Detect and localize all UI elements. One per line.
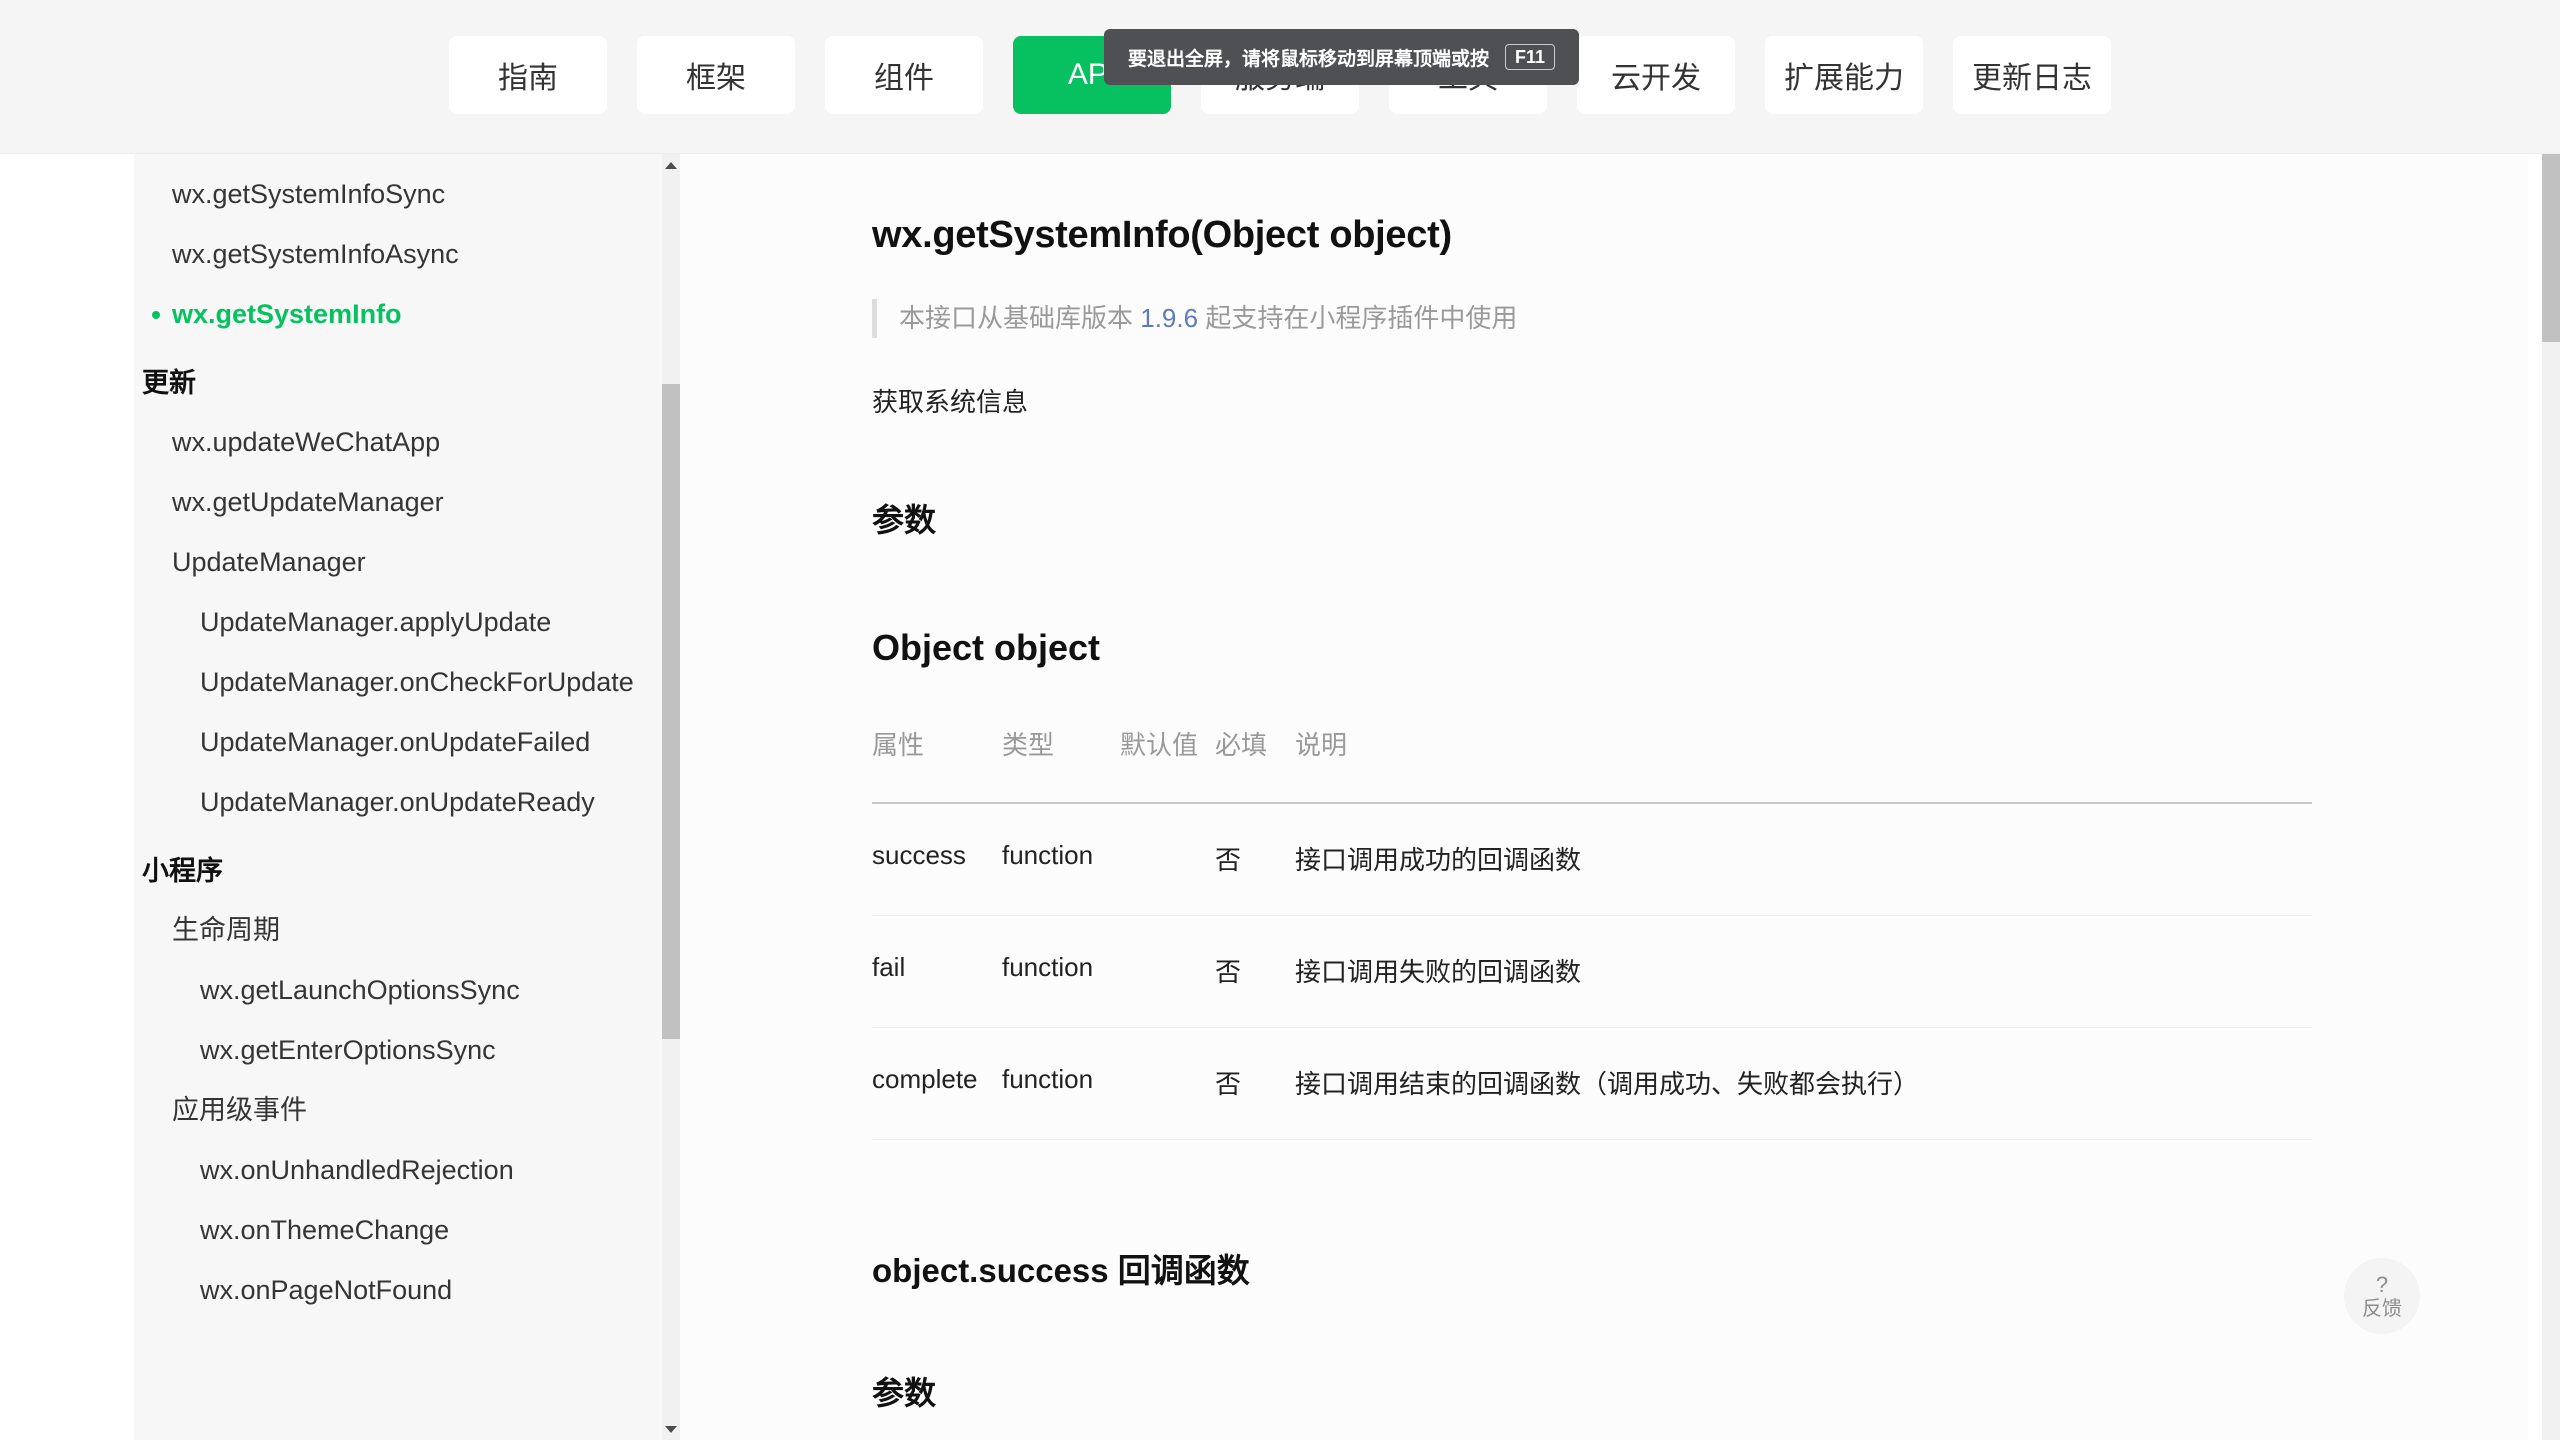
param-type: function	[1002, 803, 1120, 916]
table-row: complete function 否接口调用结束的回调函数（调用成功、失败都会执行…	[872, 1027, 2312, 1140]
question-mark-icon: ?	[2375, 1271, 2389, 1297]
fullscreen-hint-key: F11	[1505, 44, 1556, 70]
sidebar-item[interactable]: wx.onUnhandledRejection	[134, 1140, 662, 1200]
sidebar-scroll-area: wx.getSystemInfoSync wx.getSystemInfoAsyn…	[134, 154, 662, 1440]
table-row: success function 否接口调用成功的回调函数	[872, 803, 2312, 916]
nav-tab-label: 扩展能力	[1784, 62, 1904, 95]
column-header-attr: 属性	[872, 725, 1002, 804]
version-note-suffix: 起支持在小程序插件中使用	[1205, 303, 1518, 333]
sidebar-item-active[interactable]: wx.getSystemInfo	[134, 284, 662, 344]
param-name: complete	[872, 1027, 1002, 1140]
param-required: 否	[1215, 1027, 1295, 1140]
section-heading-callback-params: 参数	[872, 1375, 937, 1411]
scroll-down-arrow-icon[interactable]	[662, 1420, 680, 1438]
sidebar-item[interactable]: wx.onPageNotFound	[134, 1260, 662, 1320]
sidebar-item[interactable]: 应用级事件	[134, 1080, 662, 1140]
sidebar-item[interactable]: UpdateManager.onCheckForUpdate	[134, 652, 662, 712]
sidebar-item[interactable]: 生命周期	[134, 900, 662, 960]
version-note-prefix: 本接口从基础库版本	[899, 303, 1134, 333]
column-header-type: 类型	[1002, 725, 1120, 804]
page-body: wx.getSystemInfoSync wx.getSystemInfoAsyn…	[0, 154, 2560, 1440]
param-description: 接口调用失败的回调函数	[1295, 915, 2312, 1028]
nav-tab-cloud-dev[interactable]: 云开发	[1577, 36, 1735, 114]
page-scrollbar-thumb[interactable]	[2542, 154, 2560, 342]
nav-tab-extended-ability[interactable]: 扩展能力	[1765, 36, 1923, 114]
parameters-table: 属性 类型 默认值 必填 说明 success function 否接口调用成功的回…	[872, 725, 2312, 1140]
sidebar-item[interactable]: UpdateManager.onUpdateReady	[134, 772, 662, 832]
param-type: function	[1002, 915, 1120, 1028]
parameters-table-body: success function 否接口调用成功的回调函数 fail function 否…	[872, 803, 2312, 1140]
page-title: wx.getSystemInfo(Object object)	[872, 214, 1452, 256]
version-number: 1.9.6	[1140, 303, 1199, 333]
table-row: fail function 否接口调用失败的回调函数	[872, 915, 2312, 1028]
column-header-default: 默认值	[1120, 725, 1215, 804]
param-default	[1120, 1027, 1215, 1140]
param-name: fail	[872, 915, 1002, 1028]
main-content: wx.getSystemInfo(Object object) 本接口从基础库版…	[680, 154, 2528, 1440]
nav-tab-label: 框架	[686, 62, 746, 95]
page-scrollbar[interactable]	[2542, 154, 2560, 1440]
param-default	[1120, 915, 1215, 1028]
sidebar-item[interactable]: UpdateManager	[134, 532, 662, 592]
feedback-button[interactable]: ? 反馈	[2344, 1258, 2420, 1334]
sidebar-item[interactable]: wx.onThemeChange	[134, 1200, 662, 1260]
fullscreen-hint-text: 要退出全屏，请将鼠标移动到屏幕顶端或按	[1128, 48, 1490, 70]
column-header-required: 必填	[1215, 725, 1295, 804]
sidebar-item[interactable]: wx.getUpdateManager	[134, 472, 662, 532]
sidebar-group-heading: 小程序	[142, 856, 223, 886]
param-type: function	[1002, 1027, 1120, 1140]
nav-tab-label: 更新日志	[1972, 62, 2092, 95]
main-content-inner: wx.getSystemInfo(Object object) 本接口从基础库版…	[680, 154, 2528, 1414]
section-heading-params: 参数	[872, 502, 937, 538]
sidebar-item[interactable]: wx.getEnterOptionsSync	[134, 1020, 662, 1080]
scroll-up-arrow-icon[interactable]	[662, 156, 680, 174]
param-default	[1120, 803, 1215, 916]
top-navigation-bar: 指南 框架 组件 API 服务端 工具 云开发 扩展能力 更新日志 要退出全屏，…	[0, 0, 2560, 154]
sidebar-scrollbar-thumb[interactable]	[662, 384, 680, 1039]
param-description: 接口调用成功的回调函数	[1295, 803, 2312, 916]
nav-tab-changelog[interactable]: 更新日志	[1953, 36, 2111, 114]
sidebar-item[interactable]: wx.getLaunchOptionsSync	[134, 960, 662, 1020]
version-note: 本接口从基础库版本 1.9.6 起支持在小程序插件中使用	[872, 299, 2528, 338]
table-header-row: 属性 类型 默认值 必填 说明	[872, 725, 2312, 804]
feedback-label: 反馈	[2362, 1297, 2402, 1320]
nav-tab-components[interactable]: 组件	[825, 36, 983, 114]
sidebar-item[interactable]: wx.updateWeChatApp	[134, 412, 662, 472]
fullscreen-exit-hint: 要退出全屏，请将鼠标移动到屏幕顶端或按 F11	[1104, 29, 1580, 85]
api-description: 获取系统信息	[872, 387, 1029, 417]
nav-tab-label: 指南	[498, 62, 558, 95]
param-required: 否	[1215, 915, 1295, 1028]
column-header-desc: 说明	[1295, 725, 2312, 804]
param-name: success	[872, 803, 1002, 916]
section-heading-object: Object object	[872, 627, 1101, 668]
sidebar-item[interactable]: UpdateManager.applyUpdate	[134, 592, 662, 652]
nav-tab-framework[interactable]: 框架	[637, 36, 795, 114]
nav-tab-label: 云开发	[1611, 62, 1701, 95]
nav-tab-label: 组件	[874, 62, 934, 95]
param-description: 接口调用结束的回调函数（调用成功、失败都会执行）	[1295, 1027, 2312, 1140]
sidebar-item[interactable]: wx.getSystemInfoAsync	[134, 224, 662, 284]
sidebar-item[interactable]: UpdateManager.onUpdateFailed	[134, 712, 662, 772]
param-required: 否	[1215, 803, 1295, 916]
sidebar-navigation: wx.getSystemInfoSync wx.getSystemInfoAsyn…	[134, 154, 680, 1440]
section-heading-callback: object.success 回调函数	[872, 1252, 1250, 1289]
sidebar-scrollbar[interactable]	[662, 154, 680, 1440]
nav-tab-guide[interactable]: 指南	[449, 36, 607, 114]
sidebar-group-heading: 更新	[142, 368, 196, 398]
sidebar-item[interactable]: wx.getSystemInfoSync	[134, 164, 662, 224]
